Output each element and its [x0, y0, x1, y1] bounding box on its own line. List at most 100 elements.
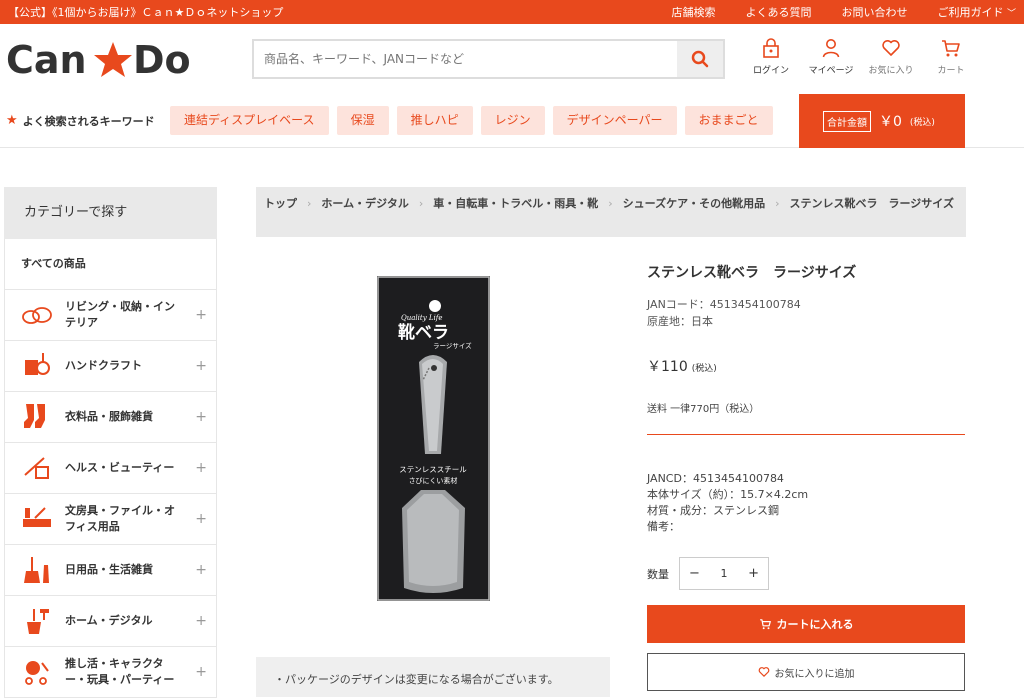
breadcrumb-item[interactable]: 車・自転車・トラベル・雨具・靴: [433, 197, 598, 210]
category-sidebar: カテゴリーで探す すべての商品 リビング・収納・インテリア + ハンドクラフト …: [4, 187, 217, 698]
category-label: ハンドクラフト: [65, 359, 142, 372]
cart-icon: [759, 619, 771, 630]
category-label: リビング・収納・インテリア: [65, 300, 175, 329]
quantity-value[interactable]: 1: [721, 567, 728, 580]
keyword-label: よく検索されるキーワード: [22, 114, 155, 128]
logo-can-text: Can: [6, 39, 87, 79]
mypage-label: マイページ: [808, 66, 854, 76]
breadcrumb-separator-icon: ›: [608, 197, 613, 210]
expand-icon[interactable]: +: [195, 562, 207, 578]
category-label: 文房具・ファイル・オフィス用品: [65, 504, 175, 533]
keyword-chip[interactable]: 連結ディスプレイベース: [170, 106, 329, 135]
product-notes: ・パッケージのデザインは変更になる場合がございます。: [256, 657, 610, 697]
product-image[interactable]: Quality Life 靴ベラ ラージサイズ ステンレススチール さびにくい素…: [377, 276, 490, 601]
mypage-button[interactable]: マイページ: [808, 38, 854, 76]
search-button[interactable]: [677, 41, 723, 77]
breadcrumb-separator-icon: ›: [775, 197, 780, 210]
total-amount: ￥0: [879, 114, 902, 130]
cart-button[interactable]: カート: [928, 38, 974, 76]
keyword-chip[interactable]: レジン: [480, 106, 545, 135]
heart-icon: [882, 40, 900, 56]
add-to-favorites-button[interactable]: お気に入りに追加: [647, 653, 965, 691]
logo-star-icon: [94, 42, 132, 77]
cart-label: カート: [937, 66, 965, 76]
category-party[interactable]: 推し活・キャラクター・玩具・パーティー +: [4, 647, 217, 698]
expand-icon[interactable]: +: [195, 358, 207, 374]
keyword-chip[interactable]: デザインペーパー: [552, 106, 677, 135]
logo[interactable]: Can Do: [6, 39, 196, 79]
keyword-chip[interactable]: おままごと: [684, 106, 773, 135]
price: ￥110 (税込): [647, 356, 965, 376]
add-to-favorites-label: お気に入りに追加: [774, 668, 855, 680]
breadcrumb-separator-icon: ›: [418, 197, 424, 210]
expand-icon[interactable]: +: [195, 511, 207, 527]
note-line: ・パッケージのデザインは変更になる場合がございます。: [274, 673, 559, 686]
quantity-row: 数量 − 1 +: [647, 557, 965, 590]
category-beauty[interactable]: ヘルス・ビューティー +: [4, 443, 217, 494]
product-title: ステンレス靴ベラ ラージサイズ: [647, 265, 857, 281]
add-to-cart-button[interactable]: カートに入れる: [647, 605, 965, 643]
breadcrumb-item[interactable]: シューズケア・その他靴用品: [623, 197, 765, 210]
faq-link[interactable]: よくある質問: [745, 4, 811, 20]
search-icon: [691, 50, 709, 68]
price-tax: (税込): [691, 364, 717, 374]
expand-icon[interactable]: +: [195, 460, 207, 476]
category-daily[interactable]: 日用品・生活雑貨 +: [4, 545, 217, 596]
store-search-link[interactable]: 店舗検索: [671, 4, 715, 20]
decrement-button[interactable]: −: [689, 566, 700, 581]
breadcrumb: トップ › ホーム・デジタル › 車・自転車・トラベル・雨具・靴 › シューズケア・その他靴…: [256, 187, 966, 237]
breadcrumb-item[interactable]: トップ: [264, 197, 297, 210]
category-living[interactable]: リビング・収納・インテリア +: [4, 290, 217, 341]
increment-button[interactable]: +: [748, 566, 759, 581]
category-home-digital[interactable]: ホーム・デジタル +: [4, 596, 217, 647]
favorites-button[interactable]: お気に入り: [868, 38, 914, 76]
craft-icon: [19, 350, 55, 382]
logo-do-text: Do: [133, 39, 191, 79]
quantity-stepper: − 1 +: [679, 557, 769, 590]
quantity-label: 数量: [647, 567, 669, 581]
category-stationery[interactable]: 文房具・ファイル・オフィス用品 +: [4, 494, 217, 545]
total-tax: (税込): [909, 117, 935, 128]
shipping-info: 送料 一律770円（税込）: [647, 404, 760, 415]
add-to-cart-label: カートに入れる: [776, 618, 854, 631]
login-label: ログイン: [752, 66, 789, 76]
expand-icon[interactable]: +: [195, 664, 207, 680]
header-icons: ログイン マイページ お気に入り カート: [748, 38, 974, 76]
jan-code: JANコード：4513454100784: [647, 298, 801, 311]
expand-icon[interactable]: +: [195, 409, 207, 425]
price-value: ￥110: [647, 359, 688, 375]
living-icon: [19, 299, 55, 331]
tools-icon: [19, 605, 55, 637]
category-label: 日用品・生活雑貨: [65, 563, 153, 576]
keyword-chip[interactable]: 推しハピ: [396, 106, 473, 135]
origin: 原産地：日本: [647, 315, 713, 328]
heart-icon: [758, 667, 769, 677]
all-products-link[interactable]: すべての商品: [4, 239, 217, 290]
keyword-list: 連結ディスプレイベース 保湿 推しハピ レジン デザインペーパー おままごと: [170, 106, 773, 135]
stationery-icon: [19, 503, 55, 535]
guide-link[interactable]: ご利用ガイド ﹀: [937, 4, 1016, 20]
contact-link[interactable]: お問い合わせ: [841, 4, 907, 20]
keyword-chip[interactable]: 保湿: [336, 106, 389, 135]
cart-total[interactable]: 合計金額 ￥0 (税込): [799, 94, 965, 148]
image-brand-text: Quality Life: [401, 314, 443, 322]
category-label: 衣料品・服飾雑貨: [65, 410, 153, 423]
breadcrumb-separator-icon: ›: [307, 197, 312, 210]
login-button[interactable]: ログイン: [748, 38, 794, 76]
category-craft[interactable]: ハンドクラフト +: [4, 341, 217, 392]
product-meta: JANコード：4513454100784 原産地：日本: [647, 296, 965, 330]
favorites-label: お気に入り: [868, 66, 914, 76]
category-clothing[interactable]: 衣料品・服飾雑貨 +: [4, 392, 217, 443]
search-input[interactable]: [254, 41, 677, 77]
category-label: 推し活・キャラクター・玩具・パーティー: [65, 657, 175, 686]
expand-icon[interactable]: +: [195, 613, 207, 629]
breadcrumb-item[interactable]: ホーム・デジタル: [321, 197, 408, 210]
lock-icon: [763, 38, 779, 58]
category-label: ヘルス・ビューティー: [65, 461, 175, 474]
expand-icon[interactable]: +: [195, 307, 207, 323]
socks-icon: [19, 401, 55, 433]
category-label: ホーム・デジタル: [65, 614, 153, 627]
top-links: 店舗検索 よくある質問 お問い合わせ ご利用ガイド ﹀: [671, 4, 1016, 20]
spec-jancd: JANCD：4513454100784: [647, 472, 784, 485]
broom-icon: [19, 554, 55, 586]
